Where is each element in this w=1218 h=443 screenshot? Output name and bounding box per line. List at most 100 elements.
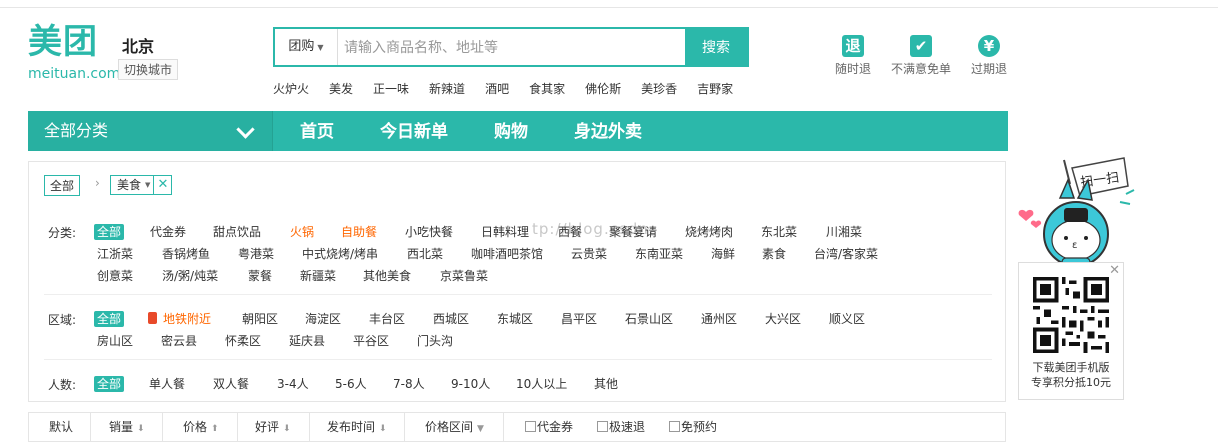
check-icon: ✔	[910, 35, 932, 57]
nav-links: 首页 今日新单 购物 身边外卖	[300, 111, 688, 151]
category-option[interactable]: 其他美食	[363, 268, 411, 284]
area-option-subway[interactable]: 地铁附近	[148, 311, 211, 327]
category-option[interactable]: 咖啡酒吧茶馆	[471, 246, 543, 262]
people-option[interactable]: 10人以上	[516, 376, 567, 392]
category-option[interactable]: 香锅烤鱼	[162, 246, 210, 262]
area-option[interactable]: 延庆县	[289, 333, 325, 349]
category-option[interactable]: 蒙餐	[248, 268, 272, 284]
category-option[interactable]: 小吃快餐	[405, 224, 453, 240]
area-option[interactable]: 丰台区	[369, 311, 405, 327]
category-option[interactable]: 素食	[762, 246, 786, 262]
category-option[interactable]: 汤/粥/炖菜	[162, 268, 218, 284]
category-option[interactable]: 创意菜	[97, 268, 133, 284]
category-option[interactable]: 聚餐宴请	[609, 224, 657, 240]
area-option[interactable]: 西城区	[433, 311, 469, 327]
sort-publish-time[interactable]: 发布时间 ⬇	[327, 413, 387, 441]
close-icon[interactable]: ✕	[1109, 263, 1120, 278]
divider	[237, 413, 238, 441]
area-option-selected[interactable]: 全部	[94, 311, 125, 327]
people-option[interactable]: 其他	[594, 376, 618, 392]
category-option[interactable]: 川湘菜	[826, 224, 862, 240]
checkbox-label: 免预约	[681, 420, 718, 434]
sort-default[interactable]: 默认	[49, 413, 73, 441]
category-option[interactable]: 云贵菜	[571, 246, 607, 262]
category-option[interactable]: 粤港菜	[238, 246, 274, 262]
area-option[interactable]: 怀柔区	[225, 333, 261, 349]
nav-home[interactable]: 首页	[300, 111, 334, 151]
area-option[interactable]: 昌平区	[561, 311, 597, 327]
search-button[interactable]: 搜索	[685, 29, 747, 65]
sort-price-range[interactable]: 价格区间 ▼	[425, 413, 484, 441]
hot-word[interactable]: 吉野家	[697, 80, 733, 97]
all-categories-menu[interactable]: 全部分类	[28, 111, 273, 151]
chevron-down-icon	[236, 120, 255, 139]
area-option[interactable]: 大兴区	[765, 311, 801, 327]
people-option[interactable]: 5-6人	[335, 376, 367, 392]
remove-filter-button[interactable]: ✕	[153, 176, 171, 194]
category-option[interactable]: 西北菜	[407, 246, 443, 262]
hot-word[interactable]: 美珍香	[641, 80, 677, 97]
people-option[interactable]: 双人餐	[213, 376, 249, 392]
hot-word[interactable]: 酒吧	[485, 80, 509, 97]
filter-no-reservation-checkbox[interactable]: 免预约	[669, 413, 717, 441]
hot-word[interactable]: 新辣道	[429, 80, 465, 97]
category-option[interactable]: 自助餐	[341, 224, 377, 240]
filter-fast-refund-checkbox[interactable]: 极速退	[597, 413, 645, 441]
category-option[interactable]: 东北菜	[761, 224, 797, 240]
category-option[interactable]: 烧烤烤肉	[685, 224, 733, 240]
qr-code[interactable]	[1033, 277, 1109, 353]
area-option[interactable]: 东城区	[497, 311, 533, 327]
search-input[interactable]	[338, 29, 691, 67]
category-option[interactable]: 台湾/客家菜	[814, 246, 878, 262]
people-option-selected[interactable]: 全部	[94, 376, 125, 392]
divider	[44, 359, 992, 360]
service-expired-refund[interactable]: ¥ 过期退	[970, 35, 1008, 77]
people-option[interactable]: 7-8人	[393, 376, 425, 392]
area-option[interactable]: 密云县	[161, 333, 197, 349]
sort-rating[interactable]: 好评 ⬇	[255, 413, 291, 441]
people-option[interactable]: 3-4人	[277, 376, 309, 392]
hot-word[interactable]: 火炉火	[273, 80, 309, 97]
category-option[interactable]: 代金券	[150, 224, 186, 240]
category-option[interactable]: 西餐	[558, 224, 582, 240]
area-option[interactable]: 朝阳区	[242, 311, 278, 327]
hot-word[interactable]: 正一味	[373, 80, 409, 97]
area-option[interactable]: 通州区	[701, 311, 737, 327]
logo[interactable]: 美团	[28, 22, 98, 62]
category-option[interactable]: 东南亚菜	[635, 246, 683, 262]
hot-word[interactable]: 食其家	[529, 80, 565, 97]
area-option[interactable]: 石景山区	[625, 311, 673, 327]
sort-sales[interactable]: 销量 ⬇	[109, 413, 145, 441]
category-option[interactable]: 海鲜	[711, 246, 735, 262]
people-option[interactable]: 单人餐	[149, 376, 185, 392]
category-option-selected[interactable]: 全部	[94, 224, 125, 240]
switch-city-button[interactable]: 切换城市	[118, 59, 179, 80]
sort-price[interactable]: 价格 ⬆	[183, 413, 219, 441]
nav-new-today[interactable]: 今日新单	[380, 111, 448, 151]
checkbox-icon	[525, 421, 536, 432]
category-option[interactable]: 京菜鲁菜	[440, 268, 488, 284]
people-option[interactable]: 9-10人	[451, 376, 490, 392]
search-type-dropdown[interactable]: 团购 ▼	[275, 29, 338, 65]
nav-shopping[interactable]: 购物	[494, 111, 528, 151]
area-option[interactable]: 门头沟	[417, 333, 453, 349]
service-refund-anytime[interactable]: 退 随时退	[834, 35, 872, 77]
category-option[interactable]: 中式烧烤/烤串	[302, 246, 378, 262]
category-option[interactable]: 新疆菜	[300, 268, 336, 284]
breadcrumb-all[interactable]: 全部	[44, 175, 81, 196]
area-option[interactable]: 海淀区	[305, 311, 341, 327]
filter-voucher-checkbox[interactable]: 代金券	[525, 413, 573, 441]
area-option[interactable]: 房山区	[97, 333, 133, 349]
service-satisfaction[interactable]: ✔ 不满意免单	[890, 35, 952, 77]
category-option[interactable]: 江浙菜	[97, 246, 133, 262]
hot-word[interactable]: 佛伦斯	[585, 80, 621, 97]
category-option[interactable]: 甜点饮品	[213, 224, 261, 240]
area-option[interactable]: 顺义区	[829, 311, 865, 327]
breadcrumb-tag[interactable]: 美食 ▼ ✕	[110, 175, 173, 195]
hot-word[interactable]: 美发	[329, 80, 353, 97]
nav-takeout[interactable]: 身边外卖	[574, 111, 642, 151]
divider	[503, 413, 504, 441]
area-option[interactable]: 平谷区	[353, 333, 389, 349]
category-option[interactable]: 火锅	[290, 224, 314, 240]
category-option[interactable]: 日韩料理	[481, 224, 529, 240]
